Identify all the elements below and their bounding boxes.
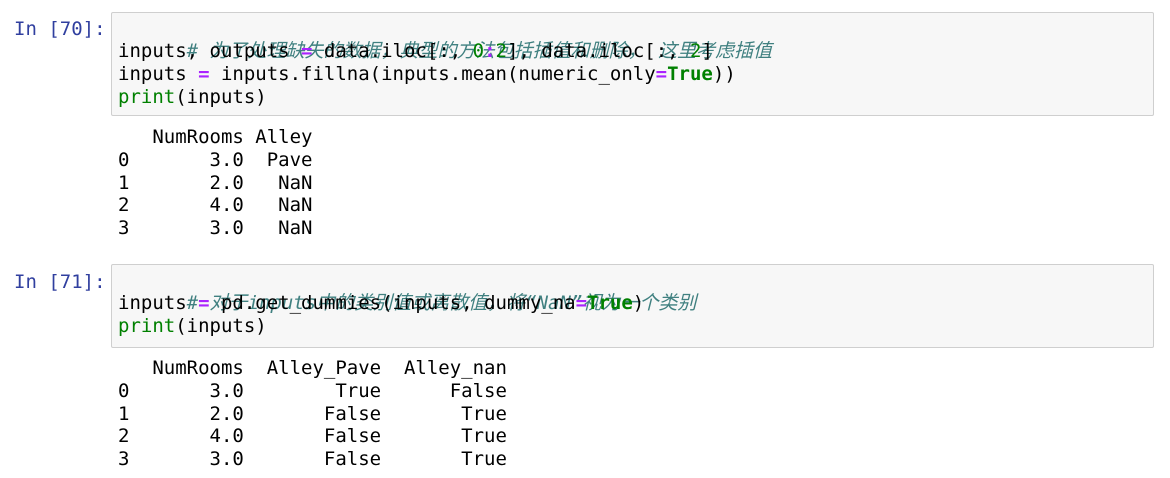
output-line: 3 3.0 False True [118, 448, 507, 471]
code-token: pd.get_dummies(inputs, dummy_na [209, 292, 576, 314]
code-input-area[interactable]: # 为了处理缺失的数据，典型的方法包括插值和删除， 这里考虑插值 inputs,… [111, 12, 1154, 116]
code-token: inputs [118, 292, 199, 314]
operator-token: = [301, 40, 313, 62]
number-token: 2 [690, 40, 702, 62]
operator-token: = [575, 292, 588, 314]
code-line: # 为了处理缺失的数据，典型的方法包括插值和删除， 这里考虑插值 [118, 17, 1153, 62]
output-line: 0 3.0 True False [118, 379, 507, 402]
builtin-token: print [118, 315, 176, 337]
keyword-token: True [667, 63, 713, 85]
output-line: NumRooms Alley [118, 126, 313, 148]
number-token: 2 [495, 40, 507, 62]
builtin-token: print [118, 86, 176, 108]
output-line: NumRooms Alley_Pave Alley_nan [118, 357, 507, 379]
code-token: (inputs) [175, 315, 267, 337]
cell-prompt: In [70]: [14, 18, 106, 40]
operator-token: = [198, 292, 210, 314]
output-line: 2 4.0 False True [118, 425, 507, 448]
number-token: 0 [472, 40, 485, 62]
cell-prompt: In [71]: [14, 271, 106, 293]
code-token: inputs.fillna(inputs.mean(numeric_only [209, 63, 656, 85]
cell-output: NumRooms Alley_Pave Alley_nan 0 3.0 True… [118, 357, 507, 471]
code-token: ) [632, 292, 645, 314]
output-line: 1 2.0 NaN [118, 171, 313, 194]
code-line: print(inputs) [118, 86, 1153, 109]
code-token: ], data.iloc[:, [507, 40, 691, 62]
output-line: 3 3.0 NaN [118, 217, 313, 240]
code-token: )) [712, 63, 736, 85]
code-token: inputs [118, 63, 199, 85]
code-input-area[interactable]: # 对于inputs中的类别值或离散值，将“NaN”视为一个类别 inputs … [111, 264, 1154, 348]
operator-token: = [198, 63, 210, 85]
output-line: 1 2.0 False True [118, 402, 507, 425]
code-token: ] [701, 40, 713, 62]
operator-token: : [484, 40, 496, 62]
code-token: inputs, outputs [118, 40, 302, 62]
output-line: 0 3.0 Pave [118, 148, 313, 171]
code-token: data.iloc[:, [312, 40, 473, 62]
code-line: # 对于inputs中的类别值或离散值，将“NaN”视为一个类别 [118, 269, 1153, 314]
code-line: inputs = inputs.fillna(inputs.mean(numer… [118, 63, 1153, 86]
code-line: inputs, outputs = data.iloc[:, 0:2], dat… [118, 40, 1153, 63]
code-line: inputs = pd.get_dummies(inputs, dummy_na… [118, 292, 1153, 315]
code-line: print(inputs) [118, 315, 1153, 338]
output-line: 2 4.0 NaN [118, 194, 313, 217]
operator-token: = [655, 63, 668, 85]
code-token: (inputs) [175, 86, 267, 108]
keyword-token: True [587, 292, 633, 314]
cell-output: NumRooms Alley 0 3.0 Pave 1 2.0 NaN 2 4.… [118, 126, 312, 240]
